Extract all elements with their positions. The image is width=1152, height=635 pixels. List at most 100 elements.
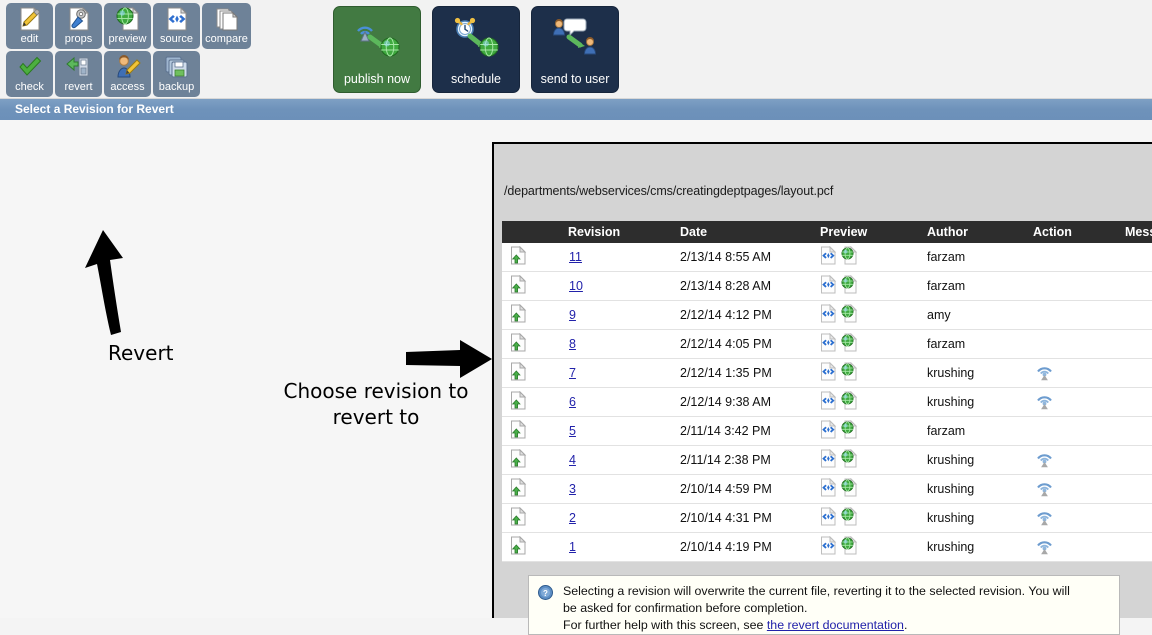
revision-author: amy [925,300,1027,330]
revision-date: 2/13/14 8:28 AM [673,271,810,301]
source-icon[interactable] [820,506,837,529]
preview-globe-icon[interactable] [841,448,858,471]
source-icon[interactable] [820,245,837,268]
revision-action [1027,474,1115,504]
publish-icon [1035,512,1054,529]
revision-author: krushing [925,503,1027,533]
source-icon[interactable] [820,274,837,297]
revision-file-icon [502,243,540,272]
revision-date: 2/12/14 1:35 PM [673,358,810,388]
revision-date: 2/10/14 4:59 PM [673,474,810,504]
revision-action [1027,358,1115,388]
revision-link[interactable]: 7 [569,366,576,380]
file-path: /departments/webservices/cms/creatingdep… [504,184,834,198]
revision-action [1027,416,1115,446]
send-to-user-button-label: send to user [540,72,610,86]
revision-message [1115,532,1152,562]
revision-action [1027,329,1115,359]
svg-text:?: ? [543,589,548,598]
col-header-author: Author [925,221,1027,243]
stacked-pages-icon [214,6,240,32]
table-row[interactable]: 4 2/11/14 2:38 PM krushing [502,445,1152,475]
preview-globe-icon[interactable] [841,303,858,326]
content-area: Revert Choose revision to revert to /dep… [0,120,1152,635]
preview-globe-icon[interactable] [841,274,858,297]
revert-documentation-link[interactable]: the revert documentation [767,618,904,632]
source-icon[interactable] [820,477,837,500]
edit-button[interactable]: edit [6,3,53,49]
revert-button[interactable]: revert [55,51,102,97]
revision-author: krushing [925,387,1027,417]
revision-link[interactable]: 8 [569,337,576,351]
check-button-label: check [15,81,44,93]
access-button[interactable]: access [104,51,151,97]
source-icon[interactable] [820,361,837,384]
col-header-preview: Preview [810,221,925,243]
publish-now-button[interactable]: publish now [333,6,421,93]
green-check-icon [17,54,43,80]
source-icon[interactable] [820,390,837,413]
preview-globe-icon[interactable] [841,535,858,558]
table-row[interactable]: 7 2/12/14 1:35 PM krushing [502,358,1152,388]
revision-date: 2/10/14 4:19 PM [673,532,810,562]
preview-globe-icon[interactable] [841,361,858,384]
table-row[interactable]: 11 2/13/14 8:55 AM farzam [502,243,1152,272]
revision-action [1027,503,1115,533]
revision-message [1115,445,1152,475]
source-button[interactable]: source [153,3,200,49]
revision-link[interactable]: 6 [569,395,576,409]
table-row[interactable]: 10 2/13/14 8:28 AM farzam [502,271,1152,301]
access-button-label: access [110,81,145,93]
revision-message [1115,474,1152,504]
revision-file-icon [502,271,540,301]
info-line-3-post: . [903,618,908,632]
revision-link[interactable]: 10 [569,279,583,293]
table-row[interactable]: 9 2/12/14 4:12 PM amy [502,300,1152,330]
preview-globe-icon[interactable] [841,245,858,268]
revision-link[interactable]: 4 [569,453,576,467]
preview-globe-icon[interactable] [841,419,858,442]
revision-link[interactable]: 11 [569,250,582,264]
source-icon[interactable] [820,419,837,442]
preview-globe-icon[interactable] [841,506,858,529]
revision-date: 2/12/14 4:12 PM [673,300,810,330]
backup-button[interactable]: backup [153,51,200,97]
revision-message [1115,416,1152,446]
revision-message [1115,243,1152,272]
props-button[interactable]: props [55,3,102,49]
page-title: Select a Revision for Revert [0,99,1152,120]
preview-globe-icon[interactable] [841,390,858,413]
send-to-user-button[interactable]: send to user [531,6,619,93]
source-icon[interactable] [820,303,837,326]
revert-button-label: revert [64,81,93,93]
revision-link[interactable]: 9 [569,308,576,322]
publish-icon [1035,367,1054,384]
toolbar-button-grid: edit props preview source compare check … [6,3,251,99]
revision-action [1027,271,1115,301]
table-row[interactable]: 1 2/10/14 4:19 PM krushing [502,532,1152,562]
table-row[interactable]: 6 2/12/14 9:38 AM krushing [502,387,1152,417]
table-row[interactable]: 8 2/12/14 4:05 PM farzam [502,329,1152,359]
table-row[interactable]: 5 2/11/14 3:42 PM farzam [502,416,1152,446]
schedule-button[interactable]: schedule [432,6,520,93]
table-row[interactable]: 3 2/10/14 4:59 PM krushing [502,474,1152,504]
col-header-action: Action [1027,221,1115,243]
source-icon[interactable] [820,332,837,355]
compare-button[interactable]: compare [202,3,251,49]
revision-link[interactable]: 1 [569,540,576,554]
source-icon[interactable] [820,535,837,558]
revision-file-icon [502,474,540,504]
preview-globe-icon[interactable] [841,477,858,500]
edit-button-label: edit [20,33,39,45]
source-button-label: source [159,33,194,45]
preview-globe-icon[interactable] [841,332,858,355]
check-button[interactable]: check [6,51,53,97]
revision-link[interactable]: 5 [569,424,576,438]
table-row[interactable]: 2 2/10/14 4:31 PM krushing [502,503,1152,533]
preview-button[interactable]: preview [104,3,151,49]
source-icon[interactable] [820,448,837,471]
revision-author: krushing [925,445,1027,475]
revision-link[interactable]: 2 [569,511,576,525]
revision-link[interactable]: 3 [569,482,576,496]
publish-icon [1035,396,1054,413]
